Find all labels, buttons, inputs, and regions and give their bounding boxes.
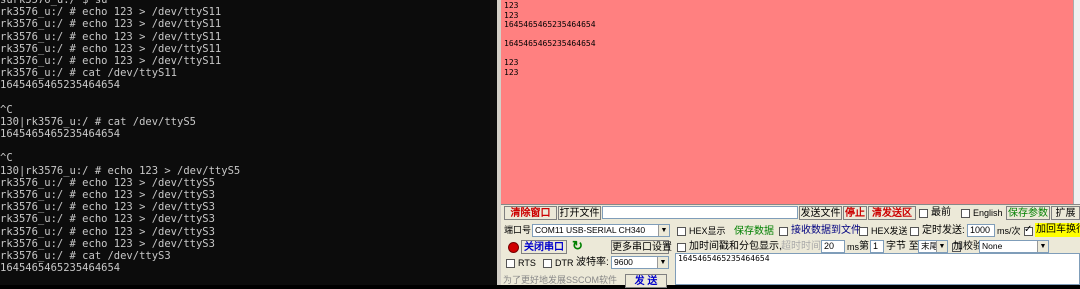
topmost-checkbox[interactable] — [919, 209, 928, 218]
topmost-label: 最前 — [931, 207, 951, 218]
terminal-line: rk3576_u:/ # echo 123 > /dev/ttyS3 — [0, 201, 215, 214]
terminal-line: 1645465465235464654 — [0, 128, 121, 141]
timestamp-label: 加时间戳和分包显示, — [689, 241, 782, 252]
save-params-button[interactable]: 保存参数 — [1006, 206, 1050, 220]
interval-unit-label: ms/次 — [997, 226, 1021, 236]
serial-tool-window: 123 123 1645465465235464654 164546546523546… — [501, 0, 1080, 288]
refresh-icon[interactable]: ↻ — [572, 239, 583, 253]
more-port-settings-button[interactable]: 更多串口设置 — [611, 240, 672, 254]
chevron-down-icon: ▼ — [936, 241, 947, 252]
terminal-line: rk3576_u:/ # echo 123 > /dev/ttyS5 — [0, 176, 215, 189]
byte-from-input[interactable]: 1 — [870, 240, 884, 253]
receive-line: 123 — [504, 1, 519, 10]
terminal-line: rk3576_u:/ # echo 123 > /dev/ttyS3 — [0, 237, 215, 250]
stop-button[interactable]: 停止 — [843, 206, 867, 220]
receive-area[interactable]: 123 123 1645465465235464654 164546546523546… — [501, 0, 1080, 205]
send-file-button[interactable]: 发送文件 — [799, 206, 842, 220]
dtr-label: DTR — [555, 258, 574, 268]
baud-label: 波特率: — [576, 257, 609, 268]
recv-to-file-label: 接收数据到文件 — [791, 225, 861, 236]
english-checkbox[interactable] — [961, 209, 970, 218]
baud-select[interactable]: 9600 ▼ — [611, 256, 669, 269]
hex-send-checkbox[interactable] — [859, 227, 868, 236]
terminal-line: ^C — [0, 152, 13, 165]
hex-display-label: HEX显示 — [689, 226, 726, 236]
receive-line: 123 — [504, 67, 519, 77]
terminal-line: rk3576_u:/ # echo 123 > /dev/ttyS11 — [0, 54, 222, 67]
receive-line: 1645465465235464654 — [504, 39, 596, 48]
receive-lines: 123 123 1645465465235464654 164546546523546… — [501, 1, 596, 77]
close-port-button[interactable]: 关闭串口 — [521, 240, 567, 254]
receive-line — [501, 30, 596, 40]
rts-label: RTS — [518, 258, 536, 268]
interval-input[interactable]: 1000 — [967, 224, 995, 237]
terminal-line: rk3576_u:/ # echo 123 > /dev/ttyS11 — [0, 42, 222, 55]
add-crlf-checkbox[interactable] — [1024, 224, 1033, 236]
terminal-output: surk3576_u:/ $ su rk3576_u:/ # echo 123 >… — [0, 0, 240, 274]
expand-button[interactable]: 扩展 — [1051, 206, 1080, 220]
port-label: 端口号 — [504, 225, 532, 235]
receive-line: 1645465465235464654 — [504, 20, 596, 29]
terminal-line: rk3576_u:/ # echo 123 > /dev/ttyS11 — [0, 6, 222, 19]
clear-window-button[interactable]: 清除窗口 — [504, 206, 557, 220]
receive-line — [501, 49, 596, 59]
byte-range-label: 字节 至 — [886, 241, 919, 252]
add-crlf-label: 加回车换行 — [1035, 223, 1080, 237]
timestamp-checkbox[interactable] — [677, 243, 686, 252]
timed-send-checkbox[interactable] — [910, 227, 919, 236]
terminal-line: rk3576_u:/ # cat /dev/ttyS11 — [0, 67, 178, 80]
save-data-button[interactable]: 保存数据 — [733, 224, 775, 238]
chevron-down-icon: ▼ — [657, 257, 668, 268]
timed-send-label: 定时发送: — [922, 225, 965, 236]
checksum-select[interactable]: None ▼ — [979, 240, 1049, 253]
terminal-line: 1645465465235464654 — [0, 262, 121, 275]
terminal-line: rk3576_u:/ # echo 123 > /dev/ttyS11 — [0, 30, 222, 43]
receive-scrollbar[interactable] — [1073, 0, 1080, 204]
hex-send-label: HEX发送 — [871, 226, 908, 236]
ms-label: ms — [847, 242, 859, 252]
clear-send-button[interactable]: 清发送区 — [868, 206, 916, 220]
byte-to-select[interactable]: 末尾 ▼ — [918, 240, 948, 253]
timeout-label: 超时时间 — [781, 241, 821, 252]
timeout-input[interactable]: 20 — [821, 240, 845, 253]
terminal-line: rk3576_u:/ # echo 123 > /dev/ttyS3 — [0, 213, 215, 226]
terminal-line: rk3576_u:/ # echo 123 > /dev/ttyS11 — [0, 18, 222, 31]
nth-label: 第 — [859, 241, 869, 252]
chevron-down-icon: ▼ — [1037, 241, 1048, 252]
receive-line: 123 — [504, 58, 519, 67]
english-label: English — [973, 208, 1003, 218]
port-status-icon — [508, 242, 519, 253]
status-text: 为了更好地发展SSCOM软件 — [503, 275, 618, 285]
terminal-line: rk3576_u:/ # echo 123 > /dev/ttyS3 — [0, 189, 215, 201]
send-text-area[interactable]: 1645465465235464654 — [675, 253, 1080, 285]
recv-to-file-checkbox[interactable] — [779, 227, 788, 236]
chevron-down-icon: ▼ — [658, 225, 669, 236]
send-button[interactable]: 发 送 — [625, 274, 667, 288]
terminal-line: ^C — [0, 103, 13, 116]
dtr-checkbox[interactable] — [543, 259, 552, 268]
port-select[interactable]: COM11 USB-SERIAL CH340 ▼ — [532, 224, 670, 237]
receive-line: 123 — [504, 10, 519, 20]
terminal-line: rk3576_u:/ # echo 123 > /dev/ttyS3 — [0, 225, 215, 238]
hex-display-checkbox[interactable] — [677, 227, 686, 236]
terminal-line: rk3576_u:/ # cat /dev/ttyS3 — [0, 249, 171, 262]
open-file-button[interactable]: 打开文件 — [558, 206, 601, 220]
terminal-line: 130|rk3576_u:/ # echo 123 > /dev/ttyS5 — [0, 164, 241, 177]
terminal-line: 130|rk3576_u:/ # cat /dev/ttyS5 — [0, 115, 196, 128]
rts-checkbox[interactable] — [506, 259, 515, 268]
file-path-input[interactable] — [602, 206, 798, 219]
terminal-line: 1645465465235464654 — [0, 79, 121, 92]
terminal-window[interactable]: surk3576_u:/ $ su rk3576_u:/ # echo 123 >… — [0, 0, 497, 285]
